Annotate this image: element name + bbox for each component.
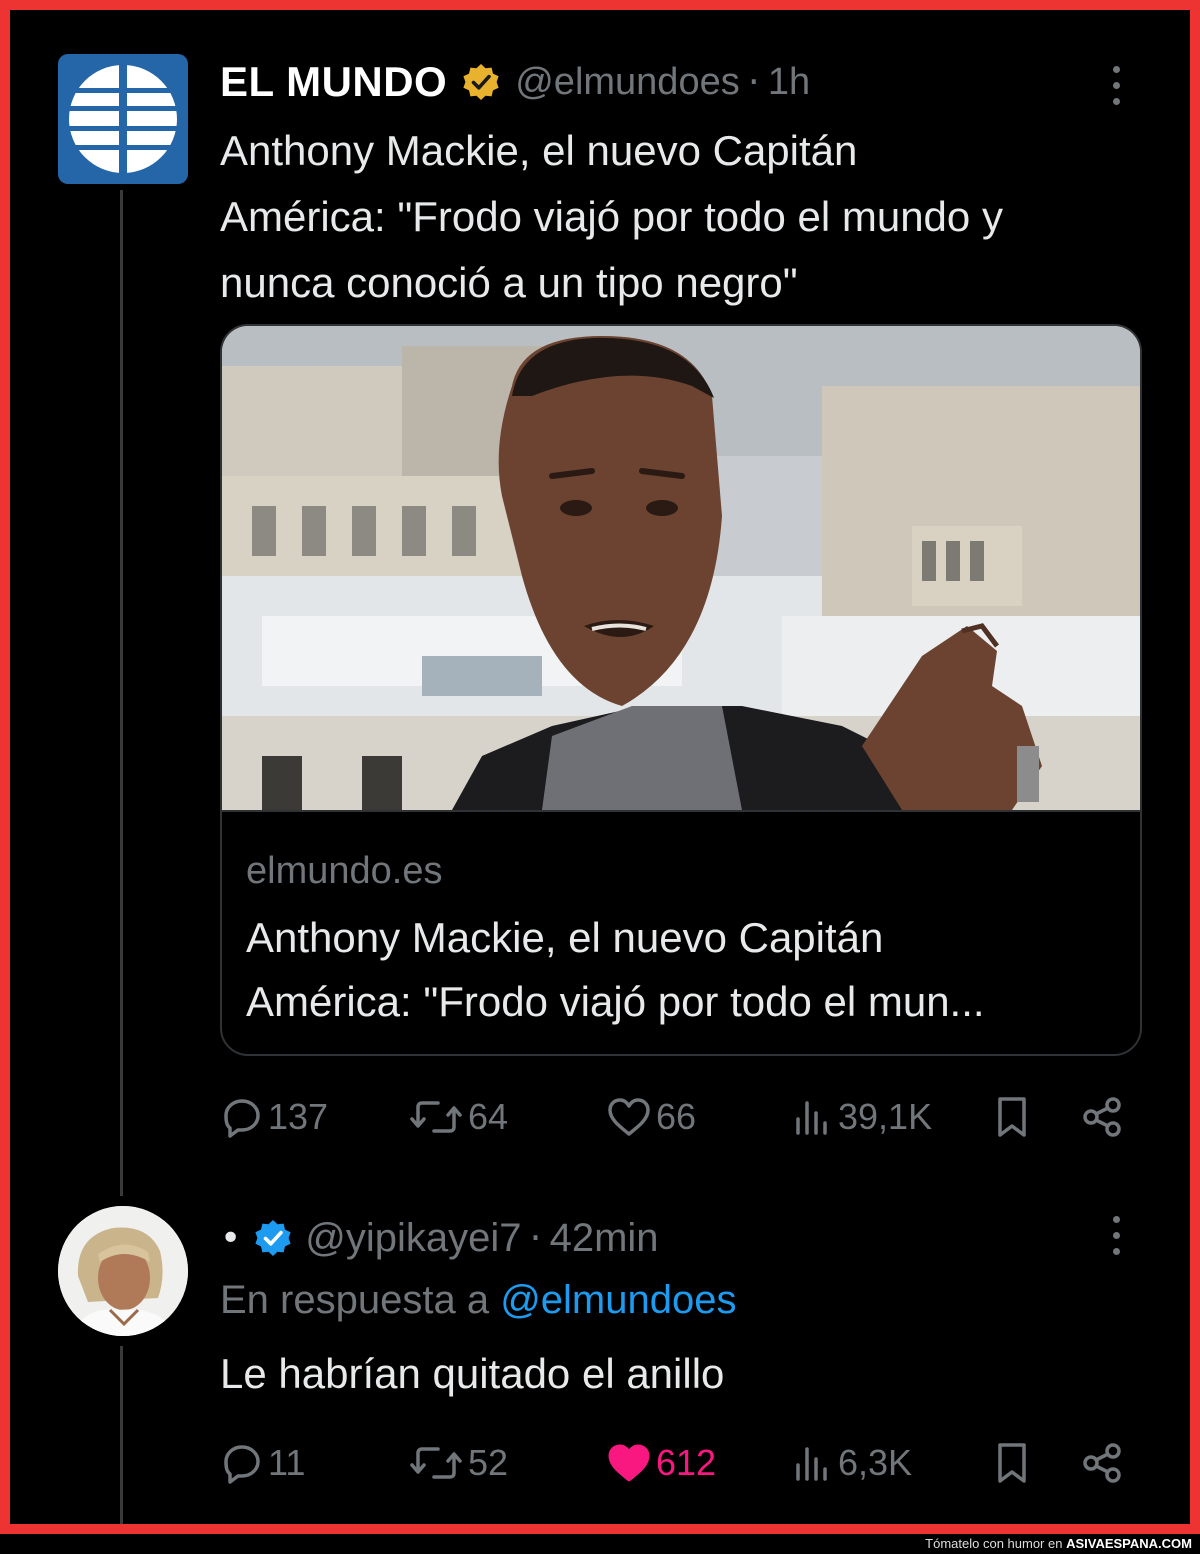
thread-line-upper <box>120 190 123 1196</box>
watermark-site[interactable]: ASIVAESPANA.COM <box>1066 1536 1192 1551</box>
link-preview-card[interactable]: elmundo.es Anthony Mackie, el nuevo Capi… <box>220 324 1142 1056</box>
reply-count: 137 <box>268 1096 329 1137</box>
like-icon <box>608 1098 650 1136</box>
share-icon <box>1083 1443 1121 1483</box>
more-options-icon[interactable] <box>1108 1216 1124 1262</box>
reply-count: 11 <box>268 1442 306 1483</box>
tweet-text-line: Anthony Mackie, el nuevo Capitán <box>220 127 858 174</box>
author-handle[interactable]: @elmundoes <box>515 61 739 104</box>
reply-icon <box>224 1099 260 1138</box>
watermark-text: Tómatelo con humor en ASIVAESPANA.COM <box>925 1536 1192 1551</box>
share-button[interactable] <box>1080 1092 1124 1142</box>
card-domain: elmundo.es <box>246 850 443 892</box>
card-title-line: Anthony Mackie, el nuevo Capitán <box>246 914 884 961</box>
card-title: Anthony Mackie, el nuevo Capitán América… <box>246 906 1116 1034</box>
reply-time[interactable]: 42min <box>550 1216 659 1261</box>
reply-user-avatar[interactable] <box>58 1206 188 1336</box>
el-mundo-avatar[interactable] <box>58 54 188 184</box>
reply-context: En respuesta a @elmundoes <box>220 1278 736 1323</box>
more-options-icon[interactable] <box>1108 66 1124 112</box>
reply-to-prefix: En respuesta a <box>220 1278 490 1322</box>
card-meta: elmundo.es Anthony Mackie, el nuevo Capi… <box>222 810 1140 1054</box>
gold-verified-badge-icon <box>463 64 499 100</box>
like-button[interactable]: 66 <box>606 1092 696 1142</box>
reply-icon <box>224 1445 260 1484</box>
watermark-prefix: Tómatelo con humor en <box>925 1536 1063 1551</box>
tweet-text: Anthony Mackie, el nuevo Capitán América… <box>220 118 1160 316</box>
reply-bullet: • <box>220 1217 242 1259</box>
tweet-text-line: América: "Frodo viajó por todo el mundo … <box>220 193 1003 240</box>
retweet-count: 64 <box>468 1096 509 1137</box>
reply-button[interactable]: 137 <box>220 1092 328 1142</box>
bookmark-button[interactable] <box>990 1438 1034 1488</box>
bookmark-icon <box>998 1097 1026 1137</box>
retweet-icon <box>410 1101 462 1133</box>
author-name[interactable]: EL MUNDO <box>220 58 447 106</box>
bookmark-icon <box>998 1443 1026 1483</box>
reply-text: Le habrían quitado el anillo <box>220 1350 725 1397</box>
reply-to-mention[interactable]: @elmundoes <box>500 1278 736 1322</box>
reply-header: • @yipikayei7 · 42min <box>220 1208 659 1268</box>
card-title-line: América: "Frodo viajó por todo el mun... <box>246 978 985 1025</box>
share-button[interactable] <box>1080 1438 1124 1488</box>
reply-button[interactable]: 11 <box>220 1438 305 1488</box>
reply-header-separator: · <box>529 1216 542 1260</box>
like-icon <box>608 1444 650 1482</box>
tweet-action-bar: 137 64 66 39,1K <box>220 1092 1150 1142</box>
like-count: 66 <box>656 1096 697 1137</box>
screenshot-area: EL MUNDO @elmundoes · 1h Anthony Mackie,… <box>10 10 1190 1524</box>
thread-line-lower <box>120 1346 123 1524</box>
header-separator: · <box>747 60 760 104</box>
like-button[interactable]: 612 <box>606 1438 716 1488</box>
tweet-time[interactable]: 1h <box>768 61 810 104</box>
reply-handle[interactable]: @yipikayei7 <box>305 1216 521 1261</box>
retweet-button[interactable]: 64 <box>410 1092 508 1142</box>
views-count: 6,3K <box>838 1442 913 1483</box>
user-photo <box>58 1206 188 1336</box>
retweet-count: 52 <box>468 1442 509 1483</box>
tweet-text-line: nunca conoció a un tipo negro" <box>220 259 798 306</box>
views-icon <box>796 1101 827 1135</box>
views-count: 39,1K <box>838 1096 933 1137</box>
reply-action-bar: 11 52 612 6,3K <box>220 1438 1150 1488</box>
tweet-header: EL MUNDO @elmundoes · 1h <box>220 52 810 112</box>
views-button[interactable]: 6,3K <box>790 1438 912 1488</box>
article-photo <box>222 326 1140 810</box>
retweet-icon <box>410 1447 462 1479</box>
views-button[interactable]: 39,1K <box>790 1092 932 1142</box>
views-icon <box>796 1447 827 1481</box>
blue-verified-badge-icon <box>255 1220 291 1256</box>
el-mundo-logo-icon <box>66 62 180 176</box>
share-icon <box>1083 1097 1121 1137</box>
watermark-bar: Tómatelo con humor en ASIVAESPANA.COM <box>0 1534 1200 1554</box>
retweet-button[interactable]: 52 <box>410 1438 508 1488</box>
like-count: 612 <box>656 1442 717 1483</box>
bookmark-button[interactable] <box>990 1092 1034 1142</box>
